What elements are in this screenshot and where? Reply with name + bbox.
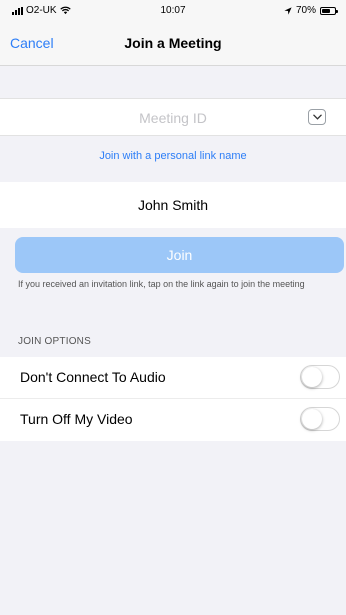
meeting-id-history-button[interactable] (308, 109, 326, 125)
toggle-knob (302, 367, 322, 387)
option-row-audio: Don't Connect To Audio (0, 357, 346, 399)
join-hint: If you received an invitation link, tap … (18, 279, 305, 289)
personal-link-button[interactable]: Join with a personal link name (99, 150, 246, 162)
video-toggle[interactable] (300, 407, 340, 431)
meeting-id-row (0, 98, 346, 136)
option-label-video: Turn Off My Video (20, 411, 133, 427)
personal-link-row: Join with a personal link name (0, 136, 346, 182)
option-label-audio: Don't Connect To Audio (20, 369, 166, 385)
battery-percent: 70% (295, 5, 316, 16)
battery-icon (320, 6, 338, 15)
join-button[interactable]: Join (15, 237, 344, 273)
option-row-video: Turn Off My Video (0, 399, 346, 441)
status-right: 70% (284, 5, 338, 16)
toggle-knob (302, 409, 322, 429)
audio-toggle[interactable] (300, 365, 340, 389)
nav-bar: Cancel Join a Meeting (0, 22, 346, 66)
join-options-header: JOIN OPTIONS (18, 336, 91, 347)
name-row (0, 182, 346, 228)
page-title: Join a Meeting (124, 35, 222, 51)
chevron-down-icon (312, 114, 322, 120)
meeting-id-input[interactable] (40, 107, 306, 129)
location-arrow-icon (284, 6, 292, 15)
name-input[interactable] (20, 194, 326, 216)
battery-fill (322, 8, 330, 13)
status-bar: O2-UK 10:07 70% (0, 0, 346, 22)
